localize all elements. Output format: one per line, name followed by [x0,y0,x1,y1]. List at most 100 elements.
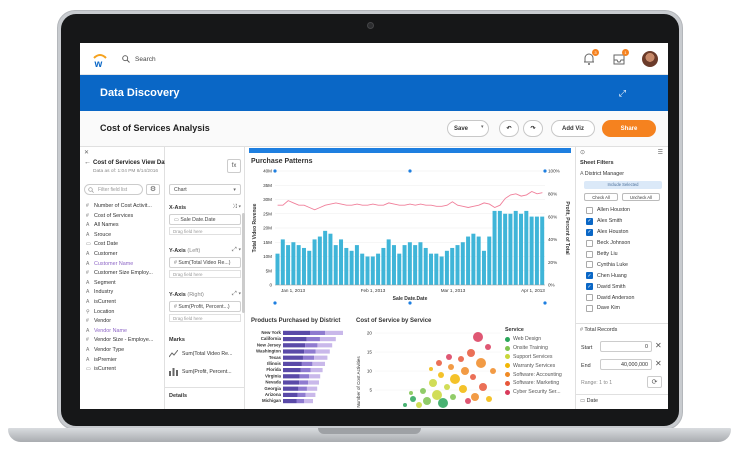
revenue-bar [524,210,529,285]
field-list-item[interactable]: # Number of Cost Activit... [80,202,164,212]
field-settings-button[interactable]: ⚙ [146,184,160,195]
field-list-item[interactable]: # Vendor [80,317,164,327]
start-input[interactable]: 0 [600,341,652,352]
axis-options-icon[interactable]: ⤢ ▾ [232,291,241,298]
manager-name: Dave Kim [597,305,620,312]
uncheck-all-button[interactable]: Uncheck All [622,193,660,201]
field-list-item[interactable]: AisPremier [80,356,164,366]
y-left-dropzone[interactable]: Drag field here [169,270,241,278]
manager-name: Betty Liu [597,251,618,257]
revenue-bar [312,239,317,285]
legend-item[interactable]: Onsite Training [505,344,573,353]
filter-icon[interactable]: ☰ [658,149,663,156]
legend-item[interactable]: Software: Marketing [505,379,573,388]
back-arrow-icon[interactable]: ← [84,159,91,166]
workday-logo-icon[interactable]: w [92,52,108,68]
y-right-field[interactable]: # Sum(Profit, Percent...) [169,301,241,312]
manager-checkbox-row[interactable]: ✓ Chen Huang [580,270,666,281]
expand-icon[interactable]: ⤢ [619,88,626,99]
field-label: Customer [94,250,118,257]
add-viz-button[interactable]: Add Viz [551,120,595,137]
checkbox[interactable] [586,206,593,214]
end-input[interactable]: 40,000,000 [600,359,652,370]
toggle-icon[interactable]: ⊙ [580,149,585,156]
checkbox[interactable]: ✓ [586,283,593,291]
manager-checkbox-row[interactable]: David Anderson [580,292,666,303]
district-bar [299,380,309,385]
include-selected-toggle[interactable]: Include Selected [584,181,662,189]
field-list-item[interactable]: A All Names [80,221,164,231]
axis-options-icon[interactable]: ⤨ ▾ [232,204,241,211]
checkbox[interactable]: ✓ [586,217,593,225]
manager-checkbox-row[interactable]: Beck Johnson [580,238,666,249]
chart-type-select[interactable]: Chart ▾ [169,184,241,195]
field-list-item[interactable]: A Vendor Type [80,346,164,356]
add-viz-label: Add Viz [562,125,584,132]
checkbox[interactable] [586,250,593,258]
x-axis-dropzone[interactable]: Drag field here [169,227,241,235]
undo-button[interactable]: ↶ [499,120,519,137]
field-list-item[interactable]: A Vendor Name [80,327,164,337]
legend-item[interactable]: Software: Accounting [505,370,573,379]
field-list-item[interactable]: A Customer [80,250,164,260]
y-left-field[interactable]: # Sum(Total Video Re...) [169,257,241,268]
selection-toolbar[interactable] [249,148,571,153]
checkbox[interactable] [586,294,593,302]
check-all-button[interactable]: Check All [584,193,618,201]
y-right-dropzone[interactable]: Drag field here [169,314,241,322]
checkbox[interactable] [586,261,593,269]
y-tick-label: 0 [269,283,272,288]
manager-checkbox-row[interactable]: ✓ Alex Houston [580,227,666,238]
inbox-button[interactable]: 1 [612,49,629,66]
field-list-item[interactable]: ▭ isCurrent [80,365,164,375]
manager-checkbox-row[interactable]: Cynthia Luke [580,259,666,270]
checkbox[interactable] [586,304,593,312]
field-list-item[interactable]: ⚲ Location [80,308,164,318]
manager-checkbox-row[interactable]: ✓ Alex Smith [580,216,666,227]
refresh-button[interactable]: ⟳ [647,376,662,388]
details-section[interactable]: Details [165,387,244,404]
products-by-district-chart[interactable]: New YorkCaliforniaNew Jersey WashingtonTe… [249,327,349,409]
save-dropdown-icon[interactable]: ▾ [481,124,484,130]
cost-by-service-chart[interactable]: 20 15 10 5 Number of Cost Activities [353,327,503,409]
mark-line[interactable]: Sum(Total Video Re... [169,347,241,361]
field-list-item[interactable]: # Vendor Size - Employe... [80,336,164,346]
formula-button[interactable]: fx [227,159,241,173]
field-list-item[interactable]: ▭ Cost Date [80,240,164,250]
field-list-item[interactable]: # Cost of Services [80,212,164,222]
range-label: Range: 1 to 1 [581,380,613,386]
x-axis-field[interactable]: ▭ Sale Date.Date [169,214,241,225]
purchase-patterns-chart[interactable]: 0 5M 10M 15M 20M 25M 30M 35M 40M 0% 20% 40% 60% 80% 10… [249,165,571,307]
field-list-item[interactable]: # Customer Size Employ... [80,269,164,279]
checkbox[interactable] [586,239,593,247]
legend-item[interactable]: Warranty Services [505,361,573,370]
field-list-item[interactable]: A Industry [80,288,164,298]
field-list-item[interactable]: A Srouce [80,231,164,241]
manager-checkbox-row[interactable]: Dave Kim [580,303,666,314]
legend-item[interactable]: Web Design [505,335,573,344]
clear-start-icon[interactable]: ✕ [655,341,662,350]
clear-end-icon[interactable]: ✕ [655,359,662,368]
axis-options-icon[interactable]: ⤢ ▾ [232,247,241,254]
field-list-item[interactable]: A Segment [80,279,164,289]
manager-checkbox-row[interactable]: ✓ David Smith [580,281,666,292]
legend-item[interactable]: Cyber Security Ser... [505,388,573,397]
share-button[interactable]: Share [602,120,656,137]
manager-list: Allen Houston ✓ Alex Smith ✓ Alex Houston Bec… [580,205,666,314]
notifications-button[interactable]: 3 [582,49,599,66]
checkbox[interactable]: ✓ [586,272,593,280]
field-label: Vendor [94,318,112,325]
tools-icon[interactable]: ✕ [84,149,89,156]
mark-bar[interactable]: Sum(Profit, Percent... [169,365,241,379]
legend-item[interactable]: Support Services [505,353,573,362]
district-bar [283,349,305,354]
avatar[interactable] [642,51,658,67]
checkbox[interactable]: ✓ [586,228,593,236]
manager-checkbox-row[interactable]: Betty Liu [580,249,666,260]
search-box[interactable]: Search [122,53,156,65]
field-list-item[interactable]: AisCurrent [80,298,164,308]
search-input[interactable]: Search [135,56,156,63]
manager-checkbox-row[interactable]: Allen Houston [580,205,666,216]
field-list-item[interactable]: A Customer Name [80,260,164,270]
redo-button[interactable]: ↷ [523,120,543,137]
